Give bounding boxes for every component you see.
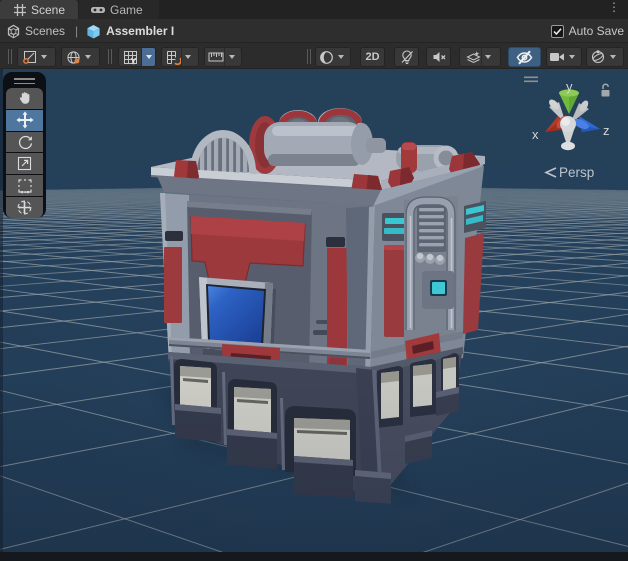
svg-text:z: z: [603, 123, 610, 138]
svg-text:Persp: Persp: [559, 165, 594, 180]
svg-text:x: x: [532, 127, 539, 142]
svg-text:y: y: [566, 79, 573, 94]
